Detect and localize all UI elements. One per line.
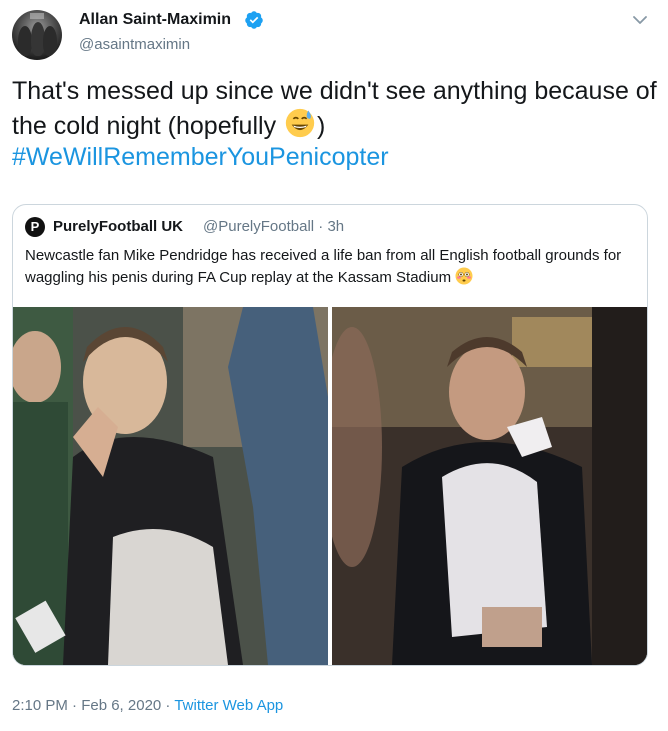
quoted-display-name[interactable]: PurelyFootball UK (53, 218, 183, 235)
timestamp[interactable]: 2:10 PM · Feb 6, 2020 · (12, 697, 174, 714)
grinning-sweat-emoji (285, 108, 315, 138)
quoted-tweet-body: Newcastle fan Mike Pendridge has receive… (25, 247, 622, 286)
user-handle[interactable]: @asaintmaximin (79, 36, 190, 53)
crowd-photo-left (13, 307, 328, 665)
source-link[interactable]: Twitter Web App (174, 697, 283, 714)
crowd-photo-right (332, 307, 647, 665)
tweet-meta: 2:10 PM · Feb 6, 2020 · Twitter Web App (12, 697, 283, 714)
chevron-down-icon[interactable] (630, 10, 650, 30)
media-photo-right[interactable] (332, 307, 647, 665)
quoted-tweet-card[interactable]: P PurelyFootball UK @PurelyFootball · 3h… (12, 204, 648, 666)
tweet-text-part1: That's messed up since we didn't see any… (12, 77, 657, 140)
quoted-handle-time[interactable]: @PurelyFootball · 3h (203, 218, 344, 235)
verified-badge-icon (245, 11, 263, 29)
hashtag-link[interactable]: #WeWillRememberYouPenicopter (12, 140, 389, 174)
flushed-face-emoji (455, 267, 473, 285)
display-name[interactable]: Allan Saint-Maximin (79, 11, 231, 29)
quoted-tweet-text: Newcastle fan Mike Pendridge has receive… (25, 245, 635, 289)
tweet-text: That's messed up since we didn't see any… (12, 74, 657, 143)
media-photo-left[interactable] (13, 307, 328, 665)
purelyfootball-logo[interactable]: P (25, 217, 45, 237)
avatar[interactable] (12, 10, 62, 60)
tweet-text-part2: ) (317, 112, 326, 140)
